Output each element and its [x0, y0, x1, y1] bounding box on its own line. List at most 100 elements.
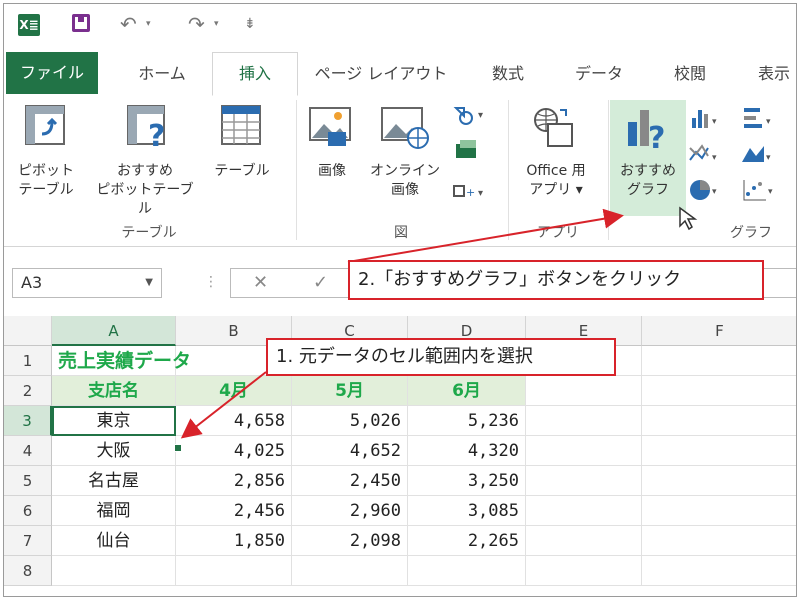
data-cell[interactable]: 2,450	[292, 466, 408, 496]
row-header-4[interactable]: 4	[4, 436, 52, 466]
cell[interactable]	[642, 496, 796, 526]
tab-home[interactable]: ホーム	[122, 58, 202, 90]
cell[interactable]	[526, 556, 642, 586]
group-label-table: テーブル	[121, 225, 177, 241]
data-cell[interactable]: 2,456	[176, 496, 292, 526]
data-cell[interactable]: 5,236	[408, 406, 526, 436]
image-button[interactable]: 画像	[304, 162, 360, 181]
recommended-pivot-icon: ?	[127, 105, 165, 152]
data-cell[interactable]: 2,960	[292, 496, 408, 526]
selected-cell-a3[interactable]: 東京	[52, 406, 176, 436]
redo-dropdown-icon[interactable]: ▾	[214, 19, 219, 29]
customize-qat-icon[interactable]: ⇟	[244, 16, 256, 32]
tab-formulas[interactable]: 数式	[478, 58, 538, 90]
group-separator	[508, 100, 509, 240]
cell[interactable]	[642, 436, 796, 466]
row-header-5[interactable]: 5	[4, 466, 52, 496]
data-cell[interactable]: 仙台	[52, 526, 176, 556]
svg-text:▾: ▾	[768, 187, 773, 197]
data-cell[interactable]: 大阪	[52, 436, 176, 466]
cell[interactable]	[408, 556, 526, 586]
data-cell[interactable]: 4,658	[176, 406, 292, 436]
pivot-table-button[interactable]: ピボット テーブル	[6, 162, 86, 200]
svg-text:+: +	[466, 186, 475, 199]
ribbon-tabs: ファイル ホーム 挿入 ページ レイアウト 数式 データ 校閲 表示	[4, 52, 796, 97]
row-header-1[interactable]: 1	[4, 346, 52, 376]
save-icon[interactable]	[72, 14, 90, 32]
data-cell[interactable]: 3,250	[408, 466, 526, 496]
chevron-down-icon[interactable]: ▼	[145, 269, 153, 297]
office-apps-icon	[534, 108, 573, 147]
office-apps-label-line2: アプリ ▾	[529, 182, 583, 198]
office-apps-button[interactable]: Office 用 アプリ ▾	[512, 162, 600, 200]
cell[interactable]	[642, 466, 796, 496]
data-cell[interactable]: 2,098	[292, 526, 408, 556]
group-label-illustrations: 図	[394, 225, 408, 241]
fill-handle[interactable]	[174, 444, 182, 452]
tab-view[interactable]: 表示	[744, 58, 796, 90]
svg-text:▾: ▾	[712, 153, 717, 163]
data-cell[interactable]: 5,026	[292, 406, 408, 436]
undo-dropdown-icon[interactable]: ▾	[146, 19, 151, 29]
row-header-6[interactable]: 6	[4, 496, 52, 526]
data-cell[interactable]: 福岡	[52, 496, 176, 526]
cell[interactable]	[526, 376, 642, 406]
office-apps-label-line1: Office 用	[526, 163, 586, 179]
redo-icon[interactable]: ↷	[188, 12, 205, 36]
recommended-chart-button[interactable]: おすすめ グラフ	[610, 162, 686, 200]
sheet-title-cell[interactable]: 売上実績データ	[52, 346, 191, 376]
tab-data[interactable]: データ	[564, 58, 634, 90]
chart-type-icons[interactable]: ▾ ▾ ▾ ▾ ▾ ▾	[688, 104, 794, 214]
data-cell[interactable]: 4,025	[176, 436, 292, 466]
tab-insert[interactable]: 挿入	[212, 52, 298, 96]
enter-icon[interactable]: ✓	[313, 272, 328, 293]
cell[interactable]	[526, 496, 642, 526]
cell[interactable]	[642, 346, 796, 376]
data-cell[interactable]: 名古屋	[52, 466, 176, 496]
column-header-f[interactable]: F	[642, 316, 796, 346]
name-box[interactable]: A3 ▼	[12, 268, 162, 298]
data-cell[interactable]: 1,850	[176, 526, 292, 556]
undo-icon[interactable]: ↶	[120, 12, 137, 36]
header-cell-branch[interactable]: 支店名	[52, 376, 176, 406]
recommended-pivot-label-line1: おすすめ	[117, 163, 173, 179]
header-cell-may[interactable]: 5月	[292, 376, 408, 406]
online-image-button[interactable]: オンライン 画像	[364, 162, 446, 200]
cell[interactable]	[642, 376, 796, 406]
table-button[interactable]: テーブル	[206, 162, 278, 181]
image-icon	[309, 107, 351, 146]
data-cell[interactable]: 2,856	[176, 466, 292, 496]
cell[interactable]	[176, 556, 292, 586]
cell[interactable]	[292, 556, 408, 586]
column-header-a[interactable]: A	[52, 316, 176, 346]
row-header-3[interactable]: 3	[4, 406, 52, 436]
cell[interactable]	[642, 406, 796, 436]
svg-text:▾: ▾	[712, 187, 717, 197]
row-header-2[interactable]: 2	[4, 376, 52, 406]
data-cell[interactable]: 4,652	[292, 436, 408, 466]
cancel-icon[interactable]: ✕	[253, 272, 268, 293]
cell[interactable]	[526, 436, 642, 466]
cell[interactable]	[642, 556, 796, 586]
cell[interactable]	[526, 466, 642, 496]
select-all-corner[interactable]	[4, 316, 52, 346]
data-cell[interactable]: 3,085	[408, 496, 526, 526]
pivot-label-line1: ピボット	[18, 163, 74, 179]
row-header-7[interactable]: 7	[4, 526, 52, 556]
header-cell-june[interactable]: 6月	[408, 376, 526, 406]
header-cell-april[interactable]: 4月	[176, 376, 292, 406]
cell[interactable]	[52, 556, 176, 586]
tab-review[interactable]: 校閲	[660, 58, 720, 90]
row-header-8[interactable]: 8	[4, 556, 52, 586]
data-cell[interactable]: 2,265	[408, 526, 526, 556]
cell[interactable]	[526, 406, 642, 436]
tab-page-layout[interactable]: ページ レイアウト	[306, 58, 456, 90]
data-cell[interactable]: 4,320	[408, 436, 526, 466]
cell[interactable]	[642, 526, 796, 556]
tab-file[interactable]: ファイル	[6, 52, 98, 94]
recommended-chart-label-line1: おすすめ	[620, 163, 676, 179]
recommended-pivot-button[interactable]: おすすめ ピボットテーブル	[90, 162, 200, 219]
cell[interactable]	[526, 526, 642, 556]
group-label-apps: アプリ	[537, 225, 579, 241]
shapes-smartart-screenshot-icons[interactable]: ▾ + ▾	[450, 102, 496, 212]
